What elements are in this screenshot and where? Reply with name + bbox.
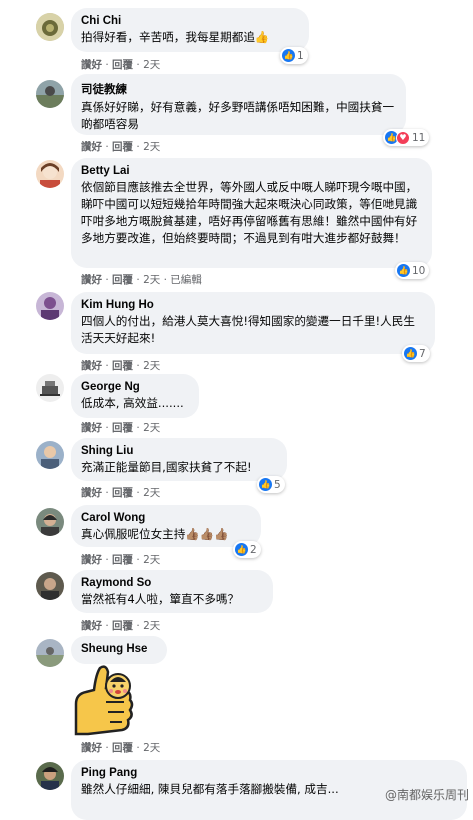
like-button[interactable]: 讚好: [81, 59, 102, 71]
comment-author[interactable]: Kim Hung Ho: [81, 299, 425, 311]
like-button[interactable]: 讚好: [81, 422, 102, 434]
avatar[interactable]: [36, 80, 64, 108]
comment-text: 真心佩服呢位女主持👍🏽👍🏽👍🏽: [81, 527, 229, 541]
avatar[interactable]: [36, 762, 64, 790]
like-button[interactable]: 讚好: [81, 487, 102, 499]
timestamp[interactable]: 2天: [143, 620, 160, 632]
comment-author[interactable]: Carol Wong: [81, 512, 251, 524]
love-icon: ♥: [396, 130, 410, 145]
reply-button[interactable]: 回覆: [112, 360, 133, 372]
comment-actions: 讚好 · 回覆 · 2天: [81, 141, 161, 153]
comment-bubble: Raymond So 當然祇有4人啦，簞直不多嗎？: [71, 570, 273, 613]
comment-text: 充滿正能量節目,國家扶貧了不起!: [81, 460, 252, 474]
comment-text: 依個節目應該推去全世界，等外國人或反中嘅人睇吓現今嘅中國，睇吓中國可以短短幾拾年…: [81, 180, 418, 245]
comment-author[interactable]: Ping Pang: [81, 767, 457, 779]
reply-button[interactable]: 回覆: [112, 59, 133, 71]
like-icon: 👍: [282, 49, 295, 62]
avatar[interactable]: [36, 374, 64, 402]
like-button[interactable]: 讚好: [81, 742, 102, 754]
like-icon: 👍: [235, 543, 248, 556]
reaction-count[interactable]: 👍 5: [257, 476, 285, 493]
avatar[interactable]: [36, 441, 64, 469]
comment-bubble: 司徒教練 真係好好睇，好有意義，好多野唔講係唔知困難，中國扶貧一啲都唔容易: [71, 74, 406, 135]
timestamp[interactable]: 2天: [143, 742, 160, 754]
comment-bubble: George Ng 低成本, 高效益.......: [71, 374, 199, 418]
reply-button[interactable]: 回覆: [112, 422, 133, 434]
like-button[interactable]: 讚好: [81, 554, 102, 566]
reply-button[interactable]: 回覆: [112, 742, 133, 754]
avatar[interactable]: [36, 13, 64, 41]
comment-actions: 讚好 · 回覆 · 2天: [81, 59, 161, 71]
comment-bubble: Chi Chi 拍得好看，辛苦哂，我每星期都追👍: [71, 8, 309, 52]
reply-button[interactable]: 回覆: [112, 620, 133, 632]
timestamp[interactable]: 2天: [143, 360, 160, 372]
comment-bubble: Carol Wong 真心佩服呢位女主持👍🏽👍🏽👍🏽: [71, 505, 261, 547]
comment-author[interactable]: George Ng: [81, 381, 189, 393]
comment-text: 當然祇有4人啦，簞直不多嗎？: [81, 592, 240, 606]
avatar[interactable]: [36, 160, 64, 188]
comment-author[interactable]: Shing Liu: [81, 445, 277, 457]
comment-author[interactable]: Betty Lai: [81, 165, 422, 177]
comment-bubble: Betty Lai 依個節目應該推去全世界，等外國人或反中嘅人睇吓現今嘅中國，睇…: [71, 158, 432, 268]
avatar[interactable]: [36, 572, 64, 600]
comment-bubble: Sheung Hse: [71, 636, 167, 664]
comment-bubble: Kim Hung Ho 四個人的付出，給港人莫大喜悅!得知國家的變遷一日千里!人…: [71, 292, 435, 354]
avatar[interactable]: [36, 508, 64, 536]
comment-actions: 讚好 · 回覆 · 2天: [81, 360, 161, 372]
timestamp[interactable]: 2天: [143, 554, 160, 566]
edited-label[interactable]: 已編輯: [170, 274, 202, 286]
like-icon: 👍: [259, 478, 272, 491]
comment-author[interactable]: Raymond So: [81, 577, 263, 589]
watermark: @南都娱乐周刊: [384, 788, 469, 802]
comment-author[interactable]: Sheung Hse: [81, 643, 157, 655]
like-button[interactable]: 讚好: [81, 360, 102, 372]
thumbs-up-sticker[interactable]: [66, 664, 142, 736]
comment-actions: 讚好 · 回覆 · 2天: [81, 422, 161, 434]
comment-bubble: Shing Liu 充滿正能量節目,國家扶貧了不起!: [71, 438, 287, 481]
timestamp[interactable]: 2天: [143, 422, 160, 434]
like-button[interactable]: 讚好: [81, 274, 102, 286]
comment-author[interactable]: 司徒教練: [81, 81, 396, 97]
comment-text: 拍得好看，辛苦哂，我每星期都追👍: [81, 30, 270, 44]
timestamp[interactable]: 2天: [143, 141, 160, 153]
like-button[interactable]: 讚好: [81, 620, 102, 632]
comment-text: 低成本, 高效益.......: [81, 396, 184, 410]
reaction-count[interactable]: 👍 7: [402, 345, 430, 362]
reply-button[interactable]: 回覆: [112, 554, 133, 566]
comment-actions: 讚好 · 回覆 · 2天: [81, 742, 161, 754]
comment-actions: 讚好 · 回覆 · 2天: [81, 620, 161, 632]
reply-button[interactable]: 回覆: [112, 487, 133, 499]
reply-button[interactable]: 回覆: [112, 141, 133, 153]
reply-button[interactable]: 回覆: [112, 274, 133, 286]
comment-actions: 讚好 · 回覆 · 2天: [81, 554, 161, 566]
reaction-count[interactable]: 👍 10: [395, 262, 430, 279]
reaction-count[interactable]: 👍 1: [280, 47, 308, 64]
avatar[interactable]: [36, 639, 64, 667]
timestamp[interactable]: 2天: [143, 59, 160, 71]
comment-actions: 讚好 · 回覆 · 2天: [81, 487, 161, 499]
timestamp[interactable]: 2天: [143, 274, 160, 286]
avatar[interactable]: [36, 292, 64, 320]
like-icon: 👍: [397, 264, 410, 277]
reaction-count[interactable]: 👍 ♥ 11: [383, 129, 430, 146]
comment-author[interactable]: Chi Chi: [81, 15, 299, 27]
comment-text: 真係好好睇，好有意義，好多野唔講係唔知困難，中國扶貧一啲都唔容易: [81, 100, 395, 131]
timestamp[interactable]: 2天: [143, 487, 160, 499]
comment-actions: 讚好 · 回覆 · 2天 · 已編輯: [81, 274, 202, 286]
like-button[interactable]: 讚好: [81, 141, 102, 153]
reaction-count[interactable]: 👍 2: [233, 541, 261, 558]
comment-text: 四個人的付出，給港人莫大喜悅!得知國家的變遷一日千里!人民生活天天好起來!: [81, 314, 415, 345]
like-icon: 👍: [404, 347, 417, 360]
